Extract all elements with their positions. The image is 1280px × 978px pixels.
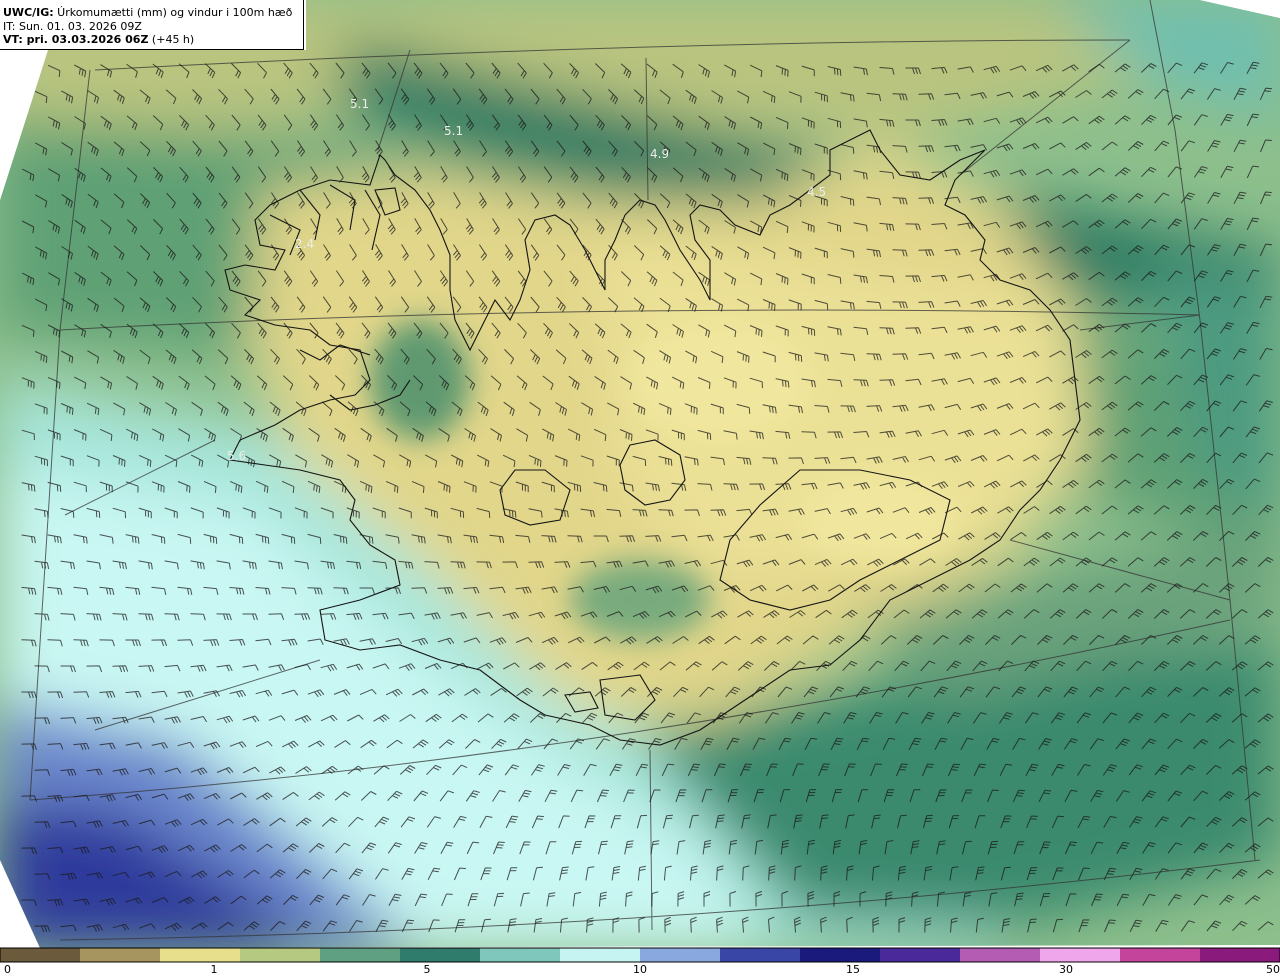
colorbar-segment bbox=[960, 948, 1041, 962]
colorbar-segment bbox=[560, 948, 641, 962]
map-value-label: 5.6 bbox=[227, 449, 246, 463]
map-title-box: UWC/IG: Úrkomumætti (mm) og vindur i 100… bbox=[0, 0, 304, 50]
colorbar-segment bbox=[160, 948, 241, 962]
map-title: UWC/IG: Úrkomumætti (mm) og vindur i 100… bbox=[3, 6, 293, 19]
map-value-label: 5.1 bbox=[350, 97, 369, 111]
colorbar-segment bbox=[320, 948, 401, 962]
colorbar-tick: 50 bbox=[1266, 963, 1280, 976]
map-value-label: 5.1 bbox=[444, 124, 463, 138]
init-time: IT: Sun. 01. 03. 2026 09Z bbox=[3, 19, 142, 33]
colorbar-segment bbox=[1200, 948, 1280, 962]
colorbar-segment bbox=[240, 948, 321, 962]
map-value-label: 4.9 bbox=[650, 147, 669, 161]
colorbar-segment bbox=[1040, 948, 1121, 962]
precipitation-wind-map: 5.1 5.1 4.9 4.5 2.4 5.6 bbox=[0, 0, 1280, 963]
colorbar-tick: 10 bbox=[633, 963, 647, 976]
valid-time: VT: pri. 03.03.2026 06Z (+45 h) bbox=[3, 33, 195, 46]
map-value-label: 4.5 bbox=[807, 185, 826, 199]
colorbar-segment bbox=[640, 948, 721, 962]
colorbar-segment bbox=[880, 948, 961, 962]
colorbar-segment bbox=[400, 948, 481, 962]
colorbar-tick: 1 bbox=[210, 963, 218, 976]
colorbar-tick: 5 bbox=[423, 963, 431, 976]
colorbar-segment bbox=[1120, 948, 1201, 962]
colorbar-tick: 30 bbox=[1059, 963, 1073, 976]
colorbar-segment bbox=[80, 948, 161, 962]
colorbar-tick-labels: 0 1 5 10 15 30 50 bbox=[0, 962, 1280, 978]
map-value-label: 2.4 bbox=[295, 237, 314, 251]
colorbar bbox=[0, 947, 1280, 963]
colorbar-tick: 0 bbox=[4, 963, 11, 976]
colorbar-segment bbox=[800, 948, 881, 962]
colorbar-tick: 15 bbox=[846, 963, 860, 976]
colorbar-segment bbox=[0, 948, 81, 962]
precipitation-field bbox=[0, 0, 1280, 948]
colorbar-segment bbox=[480, 948, 561, 962]
colorbar-segment bbox=[720, 948, 801, 962]
